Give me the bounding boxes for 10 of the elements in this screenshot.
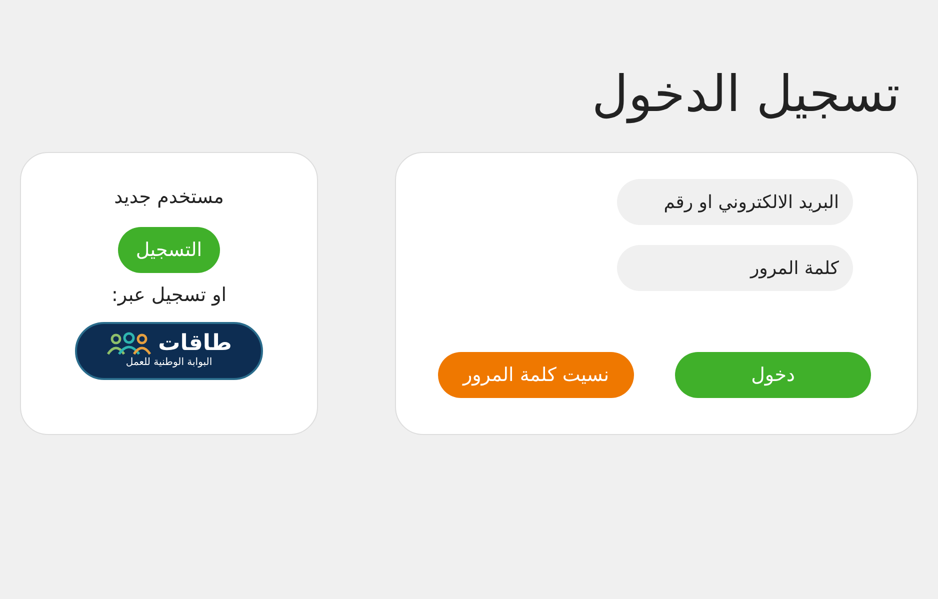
page-title: تسجيل الدخول xyxy=(592,64,900,126)
email-field[interactable]: البريد الالكتروني او رقم xyxy=(617,179,853,225)
people-icon xyxy=(106,332,152,356)
new-user-label: مستخدم جديد xyxy=(114,185,224,210)
login-button[interactable]: دخول xyxy=(675,352,871,398)
password-field[interactable]: كلمة المرور xyxy=(617,245,853,291)
forgot-password-button[interactable]: نسيت كلمة المرور xyxy=(438,352,634,398)
register-via-label: او تسجيل عبر: xyxy=(111,283,227,308)
portal-logo-link[interactable]: طاقات البوابة الوطنية للعمل xyxy=(75,322,263,380)
register-button[interactable]: التسجيل xyxy=(118,227,220,273)
